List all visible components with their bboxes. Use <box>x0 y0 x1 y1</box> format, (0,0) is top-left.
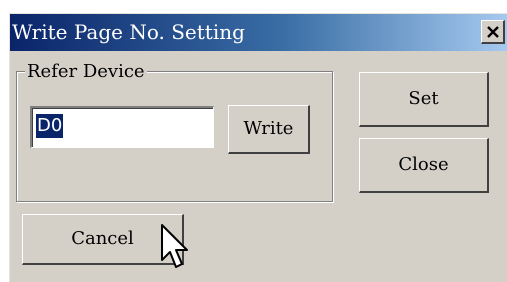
set-button[interactable]: Set <box>359 72 489 127</box>
refer-device-input[interactable]: D0 <box>30 106 214 148</box>
dialog-title: Write Page No. Setting <box>12 20 245 44</box>
title-close-button[interactable] <box>481 20 505 44</box>
write-button[interactable]: Write <box>228 105 310 154</box>
close-icon <box>487 26 499 38</box>
refer-device-label: Refer Device <box>25 60 147 84</box>
close-button[interactable]: Close <box>359 138 489 193</box>
refer-device-value: D0 <box>36 114 64 138</box>
mouse-pointer-icon <box>161 224 188 268</box>
title-bar[interactable]: Write Page No. Setting <box>10 14 507 51</box>
